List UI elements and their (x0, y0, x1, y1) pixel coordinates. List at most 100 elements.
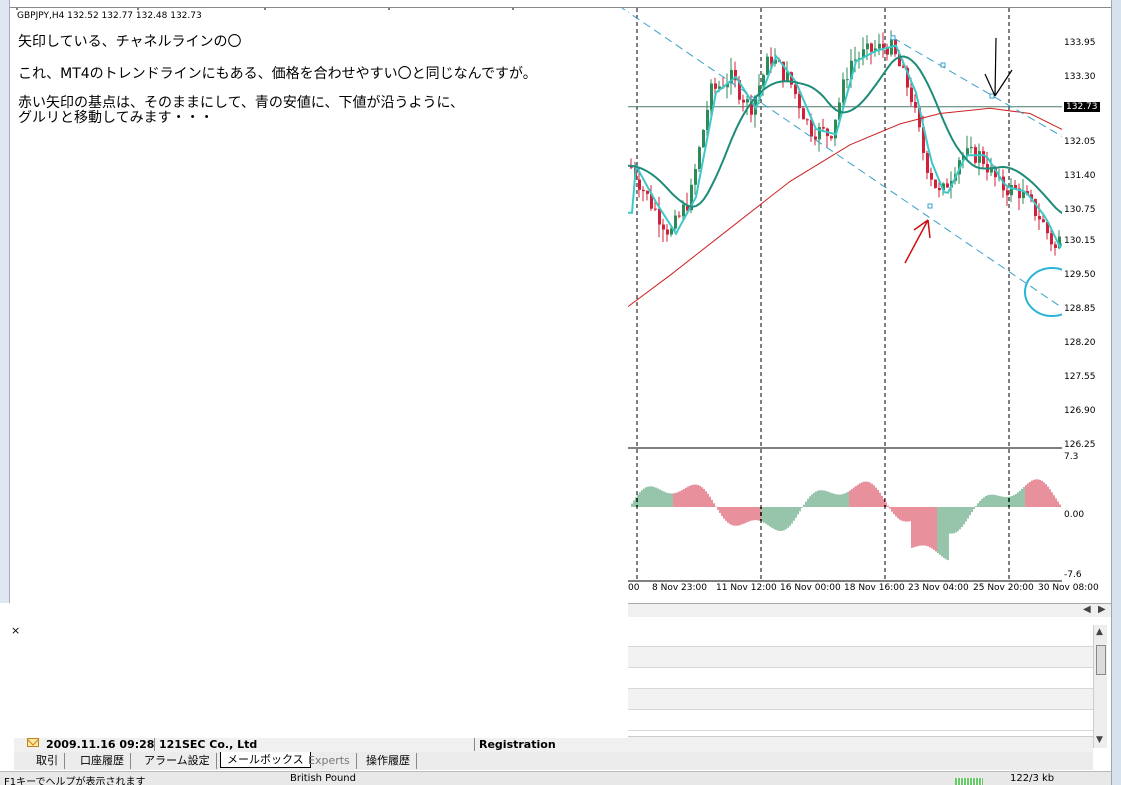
channel-handle (890, 35, 896, 41)
tab-account-history[interactable]: 口座履歴 (74, 753, 131, 769)
scroll-thumb[interactable] (1096, 645, 1106, 675)
time-tick-label: 18 Nov 16:00 (844, 583, 905, 593)
price-tick-label: 126.90 (1064, 406, 1096, 417)
price-tick-label: 127.55 (1064, 372, 1096, 383)
time-tick-label: 00 (628, 583, 640, 593)
scroll-left-icon[interactable]: ◀ (1083, 604, 1091, 615)
time-tick-label: 25 Nov 20:00 (973, 583, 1034, 593)
candle-body (914, 102, 917, 108)
terminal-row[interactable] (628, 668, 1093, 689)
oscillator-tick-label: -7.6 (1064, 570, 1082, 580)
price-tick-label: 129.50 (1064, 270, 1096, 281)
price-tick-label: 130.75 (1064, 205, 1096, 216)
scroll-up-icon[interactable]: ▲ (1096, 627, 1103, 637)
candle-body (878, 43, 881, 49)
scroll-right-icon[interactable]: ▶ (1098, 604, 1106, 615)
time-tick-label: 16 Nov 00:00 (780, 583, 841, 593)
candle-body (638, 179, 641, 190)
terminal-tabs: 取引 口座履歴 アラーム設定 メールボックス Experts 操作履歴 (14, 752, 1093, 770)
black-arrow-annotation (984, 37, 1013, 97)
candle-body (970, 147, 973, 149)
candle-body (654, 208, 657, 210)
status-profile: British Pound (290, 773, 356, 784)
candle-body (978, 151, 981, 163)
note-line-4: グルリと移動してみます・・・ (18, 110, 214, 126)
status-help: F1キーでヘルプが表示されます (4, 777, 146, 785)
candle-body (678, 215, 681, 217)
candle-body (982, 151, 985, 165)
connection-bars-icon (955, 778, 983, 785)
candle-body (642, 189, 645, 192)
oscillator-tick-label: 0.00 (1064, 510, 1085, 520)
terminal-vertical-scrollbar[interactable]: ▲ ▼ (1093, 625, 1107, 748)
candle-body (746, 99, 749, 103)
candle-body (698, 147, 701, 170)
time-tick-label: 23 Nov 04:00 (908, 583, 969, 593)
candle-body (926, 152, 929, 173)
channel-handle (940, 62, 946, 68)
terminal-row[interactable] (628, 647, 1093, 668)
candle-body (938, 187, 941, 191)
red-arrow-annotation (904, 219, 931, 264)
candle-body (830, 136, 833, 139)
candle-body (666, 229, 669, 235)
chart-horizontal-scrollbar[interactable]: ◀ ▶ (628, 603, 1111, 617)
candle-body (694, 169, 697, 185)
price-tick-label: 130.15 (1064, 236, 1096, 247)
time-axis: 00 8 Nov 23:00 11 Nov 12:00 16 Nov 00:00 18 … (628, 581, 1099, 599)
price-tick-label: 126.25 (1064, 440, 1096, 450)
price-tick-label: 133.95 (1064, 38, 1096, 48)
time-tick-label: 30 Nov 08:00 (1038, 583, 1099, 593)
window-top-strip (10, 0, 1111, 8)
tab-alerts[interactable]: アラーム設定 (138, 753, 217, 769)
candle-body (946, 183, 949, 188)
candle-body (1050, 233, 1053, 245)
chart-symbol-header: GBPJPY,H4 132.52 132.77 132.48 132.73 (17, 11, 202, 21)
candle-body (802, 108, 805, 120)
tab-journal[interactable]: 操作履歴 (360, 753, 417, 769)
current-price-label: 132.73 (1064, 101, 1100, 112)
candle-body (1010, 184, 1013, 196)
candle-body (714, 83, 717, 89)
tab-experts[interactable]: Experts (302, 753, 357, 769)
candle-body (702, 130, 705, 148)
terminal-row[interactable] (628, 689, 1093, 710)
price-tick-label: 132.05 (1064, 137, 1096, 148)
candle-body (646, 191, 649, 194)
candle-body (1042, 219, 1045, 223)
channel-handle (989, 93, 995, 99)
candle-body (814, 136, 817, 140)
time-tick-label: 11 Nov 12:00 (716, 583, 777, 593)
candle-body (866, 43, 869, 50)
close-terminal-icon[interactable]: × (11, 624, 20, 637)
mail-message-row[interactable]: 2009.11.16 09:28 121SEC Co., Ltd Registr… (14, 736, 1093, 752)
candle-body (1006, 190, 1009, 196)
channel-handle (927, 203, 933, 209)
candle-body (658, 208, 661, 225)
tab-trade[interactable]: 取引 (30, 753, 65, 769)
note-line-3: 赤い矢印の基点は、そのままにして、青の安値に、下値が沿うように、 (18, 95, 465, 111)
price-tick-label: 128.85 (1064, 304, 1096, 315)
price-axis: 133.95 133.30 132.05 131.40 130.75 130.15 129.… (1062, 8, 1111, 600)
candle-body (846, 79, 849, 81)
scroll-down-icon[interactable]: ▼ (1096, 735, 1103, 745)
price-tick-label: 128.20 (1064, 338, 1096, 349)
mail-from: 121SEC Co., Ltd (154, 738, 257, 751)
candle-body (930, 172, 933, 180)
candle-body (934, 179, 937, 188)
long-ma-line (627, 107, 1071, 308)
note-line-1: 矢印している、チャネルラインの〇 (18, 34, 242, 50)
candle-body (842, 79, 845, 103)
status-traffic: 122/3 kb (1010, 773, 1055, 784)
channel-lower-line (621, 8, 1071, 315)
terminal-row[interactable] (628, 710, 1093, 731)
candle-body (886, 48, 889, 55)
price-tick-label: 131.40 (1064, 171, 1096, 182)
time-tick-label: 8 Nov 23:00 (652, 583, 707, 593)
candle-body (910, 87, 913, 103)
mail-date: 2009.11.16 09:28 (46, 738, 155, 751)
terminal-row[interactable] (628, 625, 1093, 647)
note-line-2: これ、MT4のトレンドラインにもある、価格を合わせやすい〇と同じなんですが。 (18, 66, 537, 82)
candle-body (766, 56, 769, 75)
tab-mailbox[interactable]: メールボックス (220, 752, 311, 768)
